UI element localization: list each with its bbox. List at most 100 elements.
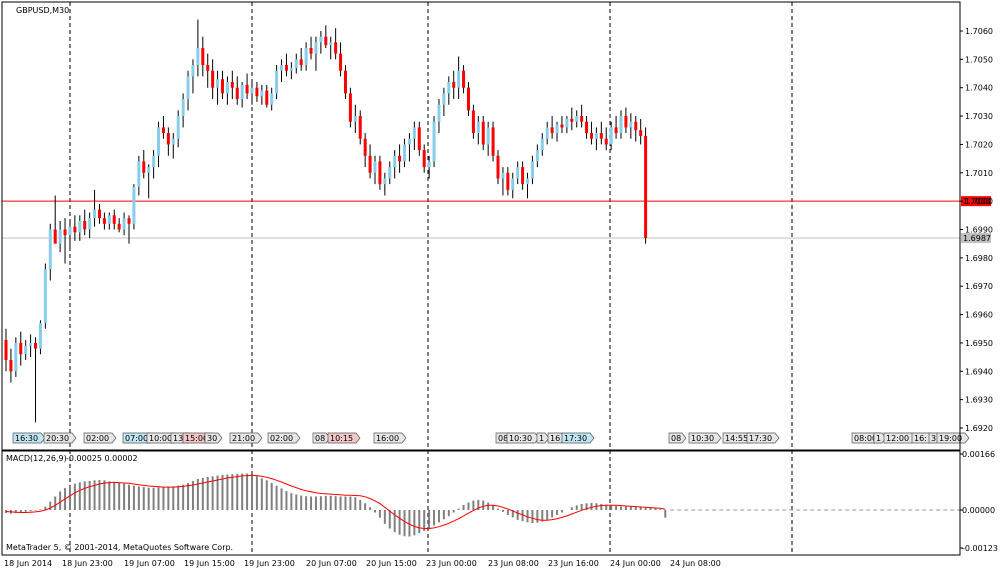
candle-body xyxy=(609,127,613,145)
candle-body xyxy=(225,82,229,94)
candle-body xyxy=(4,340,8,360)
candle-body xyxy=(486,127,490,145)
candle-body xyxy=(270,93,274,105)
price-tick-label: 1.7060 xyxy=(965,27,993,36)
candle-body xyxy=(53,229,57,244)
candle-body xyxy=(526,178,530,185)
candle-body xyxy=(299,59,303,66)
candle-body xyxy=(196,48,200,66)
macd-title: MACD(12,26,9) xyxy=(6,454,67,463)
candle-body xyxy=(319,36,323,43)
copyright-text: MetaTrader 5, © 2001-2014, MetaQuotes So… xyxy=(6,543,233,552)
candle-body xyxy=(329,42,333,46)
candle-body xyxy=(289,67,293,71)
candle-body xyxy=(535,150,539,162)
event-marker-label: 19:00 xyxy=(939,434,962,443)
event-marker-label: 02:00 xyxy=(270,434,293,443)
time-axis-label: 23 Jun 00:00 xyxy=(426,559,477,568)
candle-body xyxy=(639,130,643,136)
candle-body xyxy=(511,178,515,190)
event-marker-label: 1 xyxy=(876,434,881,443)
price-tick-label: 1.6980 xyxy=(965,254,993,263)
candle-body xyxy=(398,155,402,162)
time-axis-label: 19 Jun 07:00 xyxy=(124,559,175,568)
candle-body xyxy=(427,161,431,168)
candle-body xyxy=(462,70,466,88)
event-marker: 10:15 xyxy=(327,432,361,444)
candle-body xyxy=(206,65,210,71)
candle-body xyxy=(201,48,205,66)
candle-body xyxy=(132,186,136,224)
event-marker: 20:30 xyxy=(43,432,77,444)
macd-tick-label: 0.00000 xyxy=(962,506,995,515)
candle-body xyxy=(73,226,77,233)
hline-price-label: 1.6987 xyxy=(963,234,991,243)
candle-body xyxy=(383,178,387,185)
candle-body xyxy=(171,138,175,145)
macd-tick-label: -0.00123 xyxy=(962,544,998,553)
event-marker: 16:00 xyxy=(373,432,407,444)
candle-body xyxy=(481,121,485,145)
candle-body xyxy=(334,42,338,54)
candle-body xyxy=(19,342,23,355)
candle-body xyxy=(624,116,628,128)
macd-values: -0.00025 0.00002 xyxy=(66,454,138,463)
price-tick-label: 1.7050 xyxy=(965,55,993,64)
candle-body xyxy=(471,110,475,134)
candle-body xyxy=(9,359,13,372)
candle-body xyxy=(496,155,500,179)
event-marker-label: 1 xyxy=(539,434,544,443)
candle-body xyxy=(506,172,510,190)
candle-body xyxy=(516,167,520,179)
chart-svg[interactable]: 1.70001.6987 16:30 20:30 02:00 07:00 10:00 13… xyxy=(0,0,1000,574)
event-marker-label: 14:55 xyxy=(725,434,748,443)
candle-body xyxy=(614,127,618,134)
candle-body xyxy=(491,127,495,156)
event-marker: 08 xyxy=(668,432,687,444)
event-marker: 21:00 xyxy=(229,432,263,444)
candle-body xyxy=(388,167,392,179)
chart-background xyxy=(0,0,1000,574)
candle-body xyxy=(575,116,579,122)
price-tick-label: 1.6990 xyxy=(965,226,993,235)
candle-body xyxy=(265,90,269,105)
chart-root: 1.7000 1.6987 16:30 20:30 02:00 07:00 10:00 13… xyxy=(0,0,1000,574)
candle-body xyxy=(403,144,407,162)
event-marker: 12:00 xyxy=(883,432,917,444)
event-marker: 17:30 xyxy=(561,432,595,444)
time-axis-label: 19 Jun 15:00 xyxy=(184,559,235,568)
event-marker-label: 08 xyxy=(671,434,681,443)
candle-body xyxy=(521,167,525,185)
price-tick-label: 1.6930 xyxy=(965,396,993,405)
time-axis-label: 23 Jun 16:00 xyxy=(548,559,599,568)
candle-body xyxy=(29,342,33,346)
candle-body xyxy=(152,155,156,168)
candle-body xyxy=(629,121,633,128)
candle-body xyxy=(83,220,87,230)
symbol-label: GBPUSD,M30 xyxy=(16,6,69,15)
candle-body xyxy=(107,215,111,224)
price-tick-label: 1.6960 xyxy=(965,311,993,320)
event-marker-label: 08:00 xyxy=(854,434,877,443)
candle-body xyxy=(161,127,165,134)
candle-body xyxy=(457,70,461,88)
candle-body xyxy=(309,48,313,54)
event-marker: 17:30 xyxy=(746,432,780,444)
candle-body xyxy=(437,104,441,122)
candle-body xyxy=(604,138,608,145)
candle-body xyxy=(555,124,559,134)
candle-body xyxy=(619,116,623,134)
candle-body xyxy=(97,209,101,219)
candle-body xyxy=(314,42,318,54)
candle-body xyxy=(48,229,52,270)
candle-body xyxy=(585,121,589,134)
candle-body xyxy=(211,70,215,88)
candle-body xyxy=(407,138,411,145)
candle-body xyxy=(93,209,97,219)
candle-body xyxy=(275,70,279,94)
price-tick-label: 1.7000 xyxy=(965,197,993,206)
event-marker-label: 10:30 xyxy=(509,434,532,443)
event-marker-label: 17:30 xyxy=(749,434,772,443)
candle-body xyxy=(530,161,534,179)
price-tick-label: 1.7040 xyxy=(965,84,993,93)
